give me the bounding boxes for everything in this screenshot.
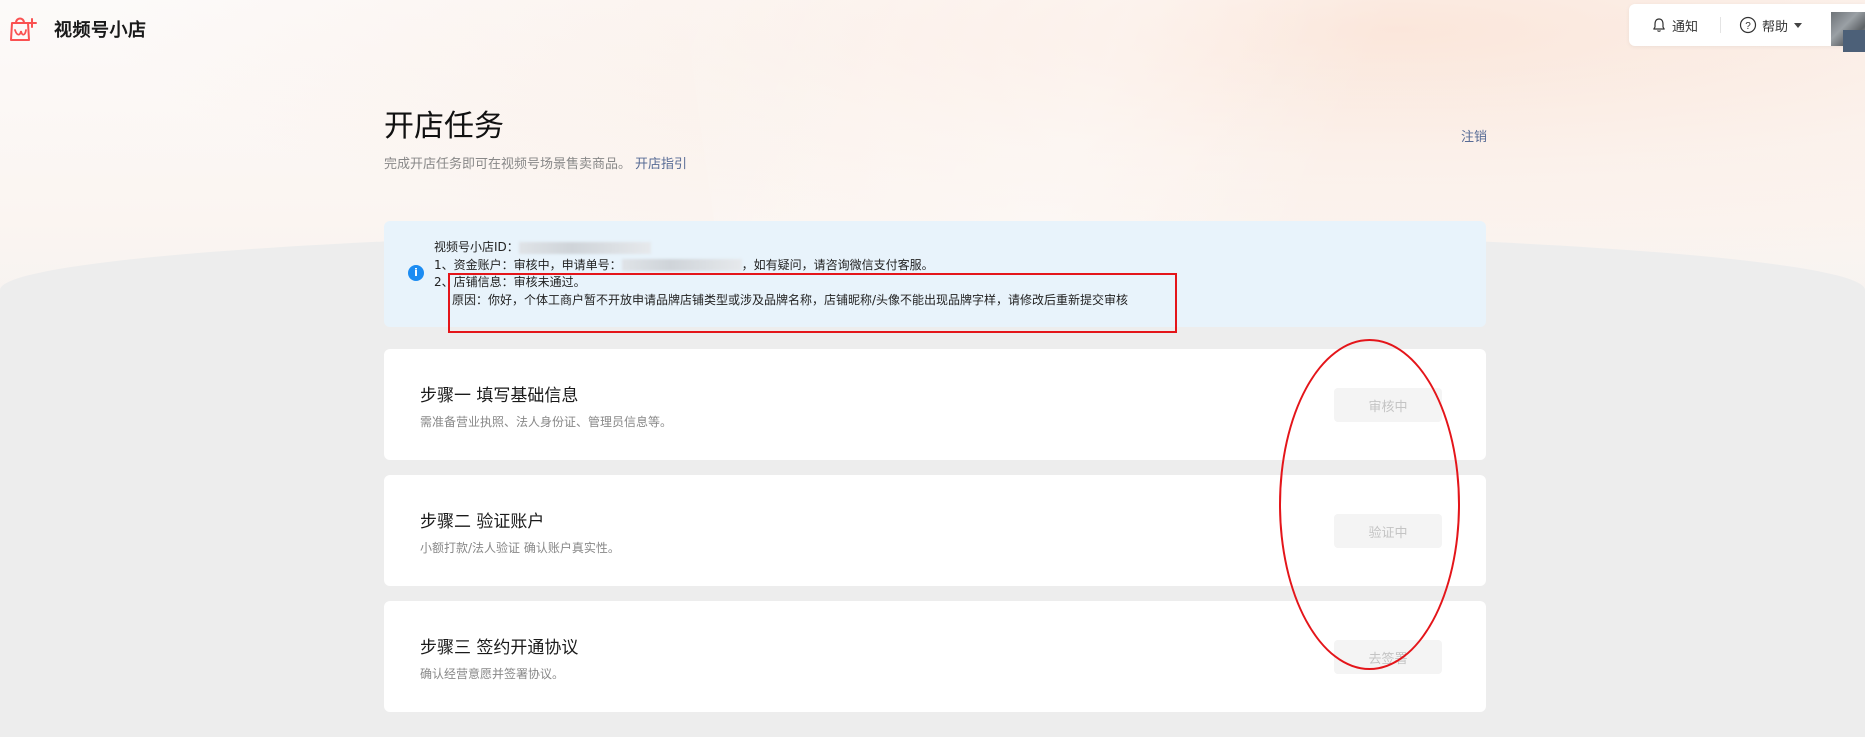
shop-bag-icon <box>10 17 37 41</box>
step-title: 步骤二 验证账户 <box>420 512 545 532</box>
help-label: 帮助 <box>1762 19 1789 35</box>
notice-lines: 视频号小店ID： 1、资金账户：审核中，申请单号： ，如有疑问，请咨询微信支付客服… <box>434 239 1128 309</box>
help-button[interactable]: ? 帮助 <box>1739 16 1803 35</box>
page-title: 开店任务 <box>384 109 504 144</box>
guide-link[interactable]: 开店指引 <box>635 157 687 172</box>
notice-line-2: 2、店铺信息：审核未通过。 <box>434 275 586 289</box>
notice-shop-id: 视频号小店ID： <box>434 239 1128 257</box>
cancel-link[interactable]: 注销 <box>1461 126 1487 145</box>
bell-icon <box>1653 18 1665 32</box>
step-title: 步骤一 填写基础信息 <box>420 386 579 406</box>
toolbar-divider <box>1720 17 1722 33</box>
page-subtitle: 完成开店任务即可在视频号场景售卖商品。 开店指引 <box>384 153 687 172</box>
redacted-application-no <box>621 259 742 271</box>
top-toolbar: 通知 ? 帮助 <box>1629 4 1865 52</box>
chevron-down-icon <box>1794 22 1803 28</box>
notice-line-1-suffix: ，如有疑问，请咨询微信支付客服。 <box>741 257 934 272</box>
page-subtitle-text: 完成开店任务即可在视频号场景售卖商品。 <box>384 157 632 172</box>
notify-button[interactable]: 通知 <box>1651 16 1698 35</box>
redacted-shop-id <box>518 241 651 254</box>
step-card-1: 步骤一 填写基础信息 需准备营业执照、法人身份证、管理员信息等。 审核中 <box>384 349 1486 460</box>
step-1-status-button[interactable]: 审核中 <box>1334 388 1442 422</box>
info-icon: i <box>408 265 424 281</box>
step-card-3: 步骤三 签约开通协议 确认经营意愿并签署协议。 去签署 <box>384 601 1486 712</box>
page-root: 视频号小店 通知 ? 帮助 开店任务 完成开店任务即可在视频号场景售卖商品。 开店… <box>0 0 1865 737</box>
notice-line-1: 1、资金账户：审核中，申请单号： ，如有疑问，请咨询微信支付客服。 <box>434 257 1128 275</box>
step-desc: 小额打款/法人验证 确认账户真实性。 <box>420 541 620 555</box>
avatar-badge <box>1843 30 1865 52</box>
brand[interactable]: 视频号小店 <box>8 14 147 44</box>
shop-id-label: 视频号小店ID： <box>434 240 519 254</box>
step-desc: 需准备营业执照、法人身份证、管理员信息等。 <box>420 415 673 429</box>
brand-name: 视频号小店 <box>54 20 147 41</box>
notice-reason: 原因：你好，个体工商户暂不开放申请品牌店铺类型或涉及品牌名称，店铺昵称/头像不能… <box>452 292 1129 307</box>
step-3-sign-button[interactable]: 去签署 <box>1334 640 1442 674</box>
notice-line-1-prefix: 1、资金账户：审核中，申请单号： <box>434 257 622 272</box>
review-notice: i 视频号小店ID： 1、资金账户：审核中，申请单号： ，如有疑问，请咨询微信支付… <box>384 221 1486 327</box>
step-desc: 确认经营意愿并签署协议。 <box>420 667 565 681</box>
step-title: 步骤三 签约开通协议 <box>420 638 579 658</box>
notify-label: 通知 <box>1672 19 1699 35</box>
svg-text:?: ? <box>1745 21 1751 32</box>
question-circle-icon: ? <box>1739 16 1757 34</box>
step-2-status-button[interactable]: 验证中 <box>1334 514 1442 548</box>
step-card-2: 步骤二 验证账户 小额打款/法人验证 确认账户真实性。 验证中 <box>384 475 1486 586</box>
